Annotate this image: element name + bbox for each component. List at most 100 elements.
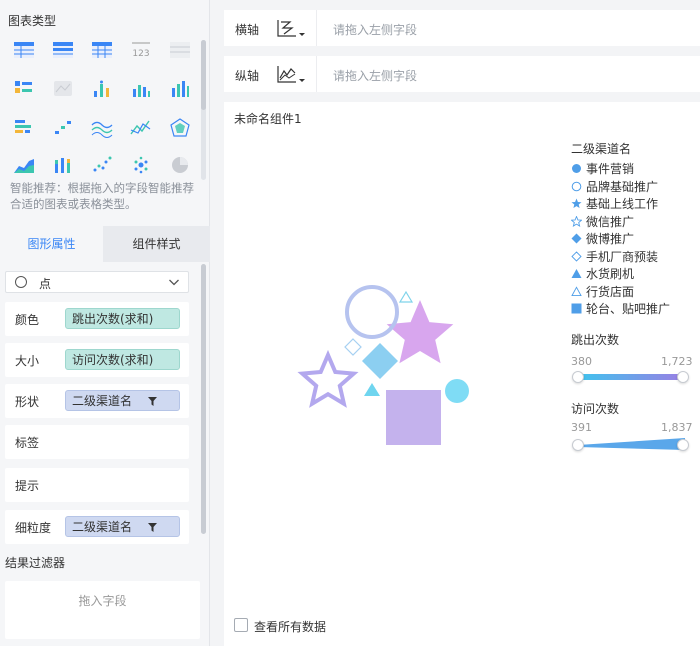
circle-outline-marker-icon <box>571 181 582 191</box>
legend-item-label: 微博推广 <box>586 232 635 246</box>
color-legend-max: 1,723 <box>661 355 693 368</box>
view-all-data-label: 查看所有数据 <box>254 620 327 634</box>
chart-canvas: 未命名组件1 二级渠道名 事件营销 品牌基础推广 基础上线工作 微信推广 微博推广 手机厂… <box>224 102 700 646</box>
field-chip-label: 跳出次数(求和) <box>72 312 154 326</box>
mark-star-outline[interactable] <box>297 349 359 408</box>
property-label: 大小 <box>15 354 40 368</box>
legend-item-label: 轮台、贴吧推广 <box>586 302 671 316</box>
grouped-table-icon-glyph <box>92 42 112 58</box>
horizontal-bar-icon[interactable] <box>11 116 37 140</box>
x-axis-label: 横轴 <box>235 23 260 37</box>
dot-cloud-icon[interactable] <box>128 153 154 177</box>
size-legend-min-handle[interactable] <box>572 439 584 451</box>
scatter-icon-glyph <box>93 156 112 172</box>
mark-diamond-filled[interactable] <box>362 343 398 379</box>
kpi-icon[interactable] <box>11 77 37 101</box>
y-axis-type-icon[interactable] <box>276 63 306 87</box>
x-axis-separator <box>316 10 317 46</box>
chart-types-scrollbar[interactable] <box>201 40 206 180</box>
color-legend-title: 跳出次数 <box>571 333 620 347</box>
mark-type-select[interactable]: 点 <box>5 271 189 293</box>
line-chart-icon[interactable] <box>128 116 154 140</box>
left-panel: 图表类型 123 智能推荐：根据拖入的字段智能推荐合适的图表或表格类型。 图形属… <box>0 0 210 646</box>
filter-icon[interactable] <box>148 523 157 532</box>
result-filter-title: 结果过滤器 <box>5 556 66 570</box>
star-outline-marker-icon <box>571 215 582 227</box>
stacked-column-icon-glyph <box>55 158 70 173</box>
property-row[interactable]: 形状 二级渠道名 <box>5 384 189 418</box>
field-chip[interactable]: 二级渠道名 <box>65 390 180 411</box>
property-row[interactable]: 颜色 跳出次数(求和) <box>5 302 189 336</box>
table-icon[interactable] <box>11 38 37 62</box>
column-chart-icon-glyph <box>172 81 189 97</box>
area-chart-icon[interactable] <box>11 153 37 177</box>
x-axis-dropzone[interactable]: 请拖入左侧字段 <box>333 21 417 38</box>
checkbox-box[interactable] <box>234 618 248 632</box>
tab-component-style[interactable]: 组件样式 <box>103 226 210 262</box>
stacked-dot-icon[interactable] <box>89 77 115 101</box>
disabled-table-icon-glyph <box>170 42 190 58</box>
field-chip[interactable]: 访问次数(求和) <box>65 349 180 370</box>
y-axis-dropzone[interactable]: 请拖入左侧字段 <box>333 67 417 84</box>
grouped-table-icon[interactable] <box>89 38 115 62</box>
radar-icon-glyph <box>170 118 190 137</box>
crosstab-icon[interactable] <box>50 38 76 62</box>
size-legend-max-handle[interactable] <box>677 439 689 451</box>
property-tabs: 图形属性 组件样式 <box>0 226 210 262</box>
bar-chart-icon[interactable] <box>128 77 154 101</box>
disabled-table-icon[interactable] <box>167 38 193 62</box>
pie-chart-icon-glyph <box>172 157 188 173</box>
mark-type-value: 点 <box>39 277 52 291</box>
area-chart-icon-glyph <box>14 159 34 173</box>
chart-types-scroll-thumb[interactable] <box>201 40 206 110</box>
number-card-icon-glyph: 123 <box>132 42 150 59</box>
triangle-outline-marker-icon <box>571 285 582 296</box>
step-line-icon[interactable] <box>50 116 76 140</box>
property-label: 形状 <box>15 395 40 409</box>
field-chip[interactable]: 跳出次数(求和) <box>65 308 180 329</box>
property-row[interactable]: 标签 <box>5 425 189 459</box>
legend-item-label: 手机厂商预装 <box>586 249 659 264</box>
radar-icon[interactable] <box>167 116 193 140</box>
pie-chart-icon[interactable] <box>167 153 193 177</box>
mark-triangle-outline[interactable] <box>398 290 414 303</box>
chart-types-title: 图表类型 <box>8 14 57 28</box>
property-label: 提示 <box>15 479 40 493</box>
property-scrollbar[interactable] <box>201 264 206 534</box>
tab-graph-properties[interactable]: 图形属性 <box>0 226 103 262</box>
mark-square-filled[interactable] <box>386 390 441 445</box>
mark-circle-outline[interactable] <box>345 285 399 339</box>
x-axis-type-icon[interactable] <box>276 17 306 41</box>
dot-cloud-icon-glyph <box>134 156 148 174</box>
field-chip-label: 二级渠道名 <box>72 394 133 408</box>
result-filter-dropzone[interactable]: 拖入字段 <box>5 581 200 639</box>
number-card-icon[interactable]: 123 <box>128 38 154 62</box>
widget-title[interactable]: 未命名组件1 <box>234 110 302 127</box>
bar-chart-icon-glyph <box>133 85 150 97</box>
property-row[interactable]: 细粒度 二级渠道名 <box>5 510 189 544</box>
color-legend-min-handle[interactable] <box>572 371 584 383</box>
color-legend-min: 380 <box>571 355 592 368</box>
mark-diamond-outline[interactable] <box>344 338 362 356</box>
property-row[interactable]: 大小 访问次数(求和) <box>5 343 189 377</box>
color-legend-max-handle[interactable] <box>677 371 689 383</box>
disabled-map-icon[interactable] <box>50 77 76 101</box>
column-chart-icon[interactable] <box>167 77 193 101</box>
mark-circle-filled[interactable] <box>445 379 469 403</box>
table-icon-glyph <box>14 42 34 58</box>
property-label: 标签 <box>15 436 40 450</box>
svg-text:123: 123 <box>132 49 149 59</box>
property-row[interactable]: 提示 <box>5 468 189 502</box>
legend-item-label: 事件营销 <box>586 162 635 176</box>
step-line-icon-glyph <box>55 121 71 134</box>
scatter-icon[interactable] <box>89 153 115 177</box>
multi-line-icon[interactable] <box>89 116 115 140</box>
field-chip[interactable]: 二级渠道名 <box>65 516 180 537</box>
property-label: 细粒度 <box>15 521 52 535</box>
x-axis-shelf: 横轴 请拖入左侧字段 <box>224 10 700 46</box>
mark-triangle-filled[interactable] <box>364 383 380 396</box>
horizontal-bar-icon-glyph <box>15 120 31 133</box>
triangle-filled-marker-icon <box>571 269 582 278</box>
filter-icon[interactable] <box>148 397 157 406</box>
stacked-column-icon[interactable] <box>50 153 76 177</box>
